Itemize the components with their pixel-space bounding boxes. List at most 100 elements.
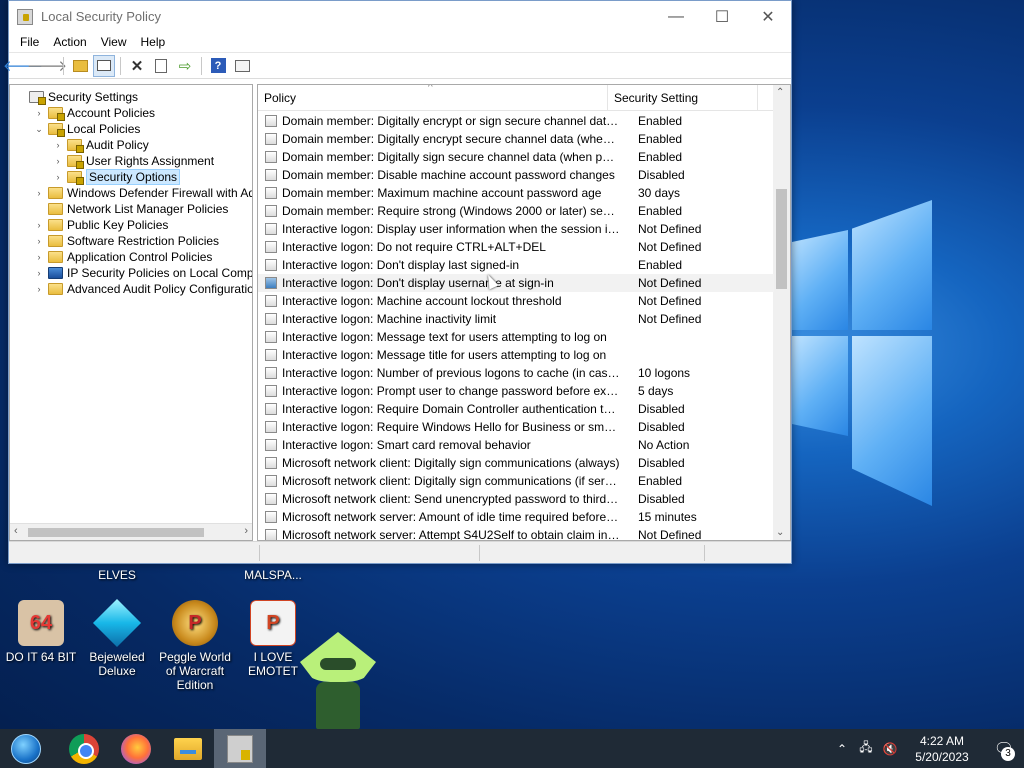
help-icon[interactable]: ? xyxy=(207,55,229,77)
policy-setting-icon xyxy=(265,169,277,181)
tree-item[interactable]: › IP Security Policies on Local Computer xyxy=(33,265,253,281)
action-center-button[interactable]: 🗨 3 xyxy=(984,729,1024,768)
tree-item[interactable]: › Account Policies xyxy=(33,105,155,121)
policy-name: Domain member: Digitally sign secure cha… xyxy=(282,150,620,164)
tree-item[interactable]: Security Settings xyxy=(14,89,138,105)
chevron-right-icon[interactable]: › xyxy=(33,236,45,246)
table-row[interactable]: Interactive logon: Machine inactivity li… xyxy=(258,310,774,328)
table-row[interactable]: Interactive logon: Require Domain Contro… xyxy=(258,400,774,418)
close-button[interactable]: ✕ xyxy=(745,1,791,32)
tree-item[interactable]: › User Rights Assignment xyxy=(52,153,214,169)
tree-item[interactable]: › Advanced Audit Policy Configuration xyxy=(33,281,253,297)
up-folder-icon[interactable] xyxy=(69,55,91,77)
tree-item[interactable]: › Software Restriction Policies xyxy=(33,233,220,249)
table-row[interactable]: Interactive logon: Machine account locko… xyxy=(258,292,774,310)
table-row[interactable]: Microsoft network server: Amount of idle… xyxy=(258,508,774,526)
table-row[interactable]: Interactive logon: Don't display last si… xyxy=(258,256,774,274)
tree-item[interactable]: › Public Key Policies xyxy=(33,217,169,233)
tree-item[interactable]: Network List Manager Policies xyxy=(33,201,228,217)
scroll-right-icon[interactable]: › xyxy=(244,525,248,537)
desktop-icon-do-it-64-bit[interactable]: 64 DO IT 64 BIT xyxy=(0,600,82,664)
column-header-policy[interactable]: ^ Policy xyxy=(258,85,608,111)
start-button[interactable] xyxy=(0,729,52,768)
desktop-label-malspa[interactable]: MALSPA... xyxy=(232,568,314,582)
table-row[interactable]: Microsoft network client: Digitally sign… xyxy=(258,454,774,472)
show-hide-tree-icon[interactable] xyxy=(93,54,115,77)
minimize-button[interactable]: — xyxy=(653,1,699,32)
taskbar: ⌃ 🖧 🔇 4:22 AM 5/20/2023 🗨 3 xyxy=(0,729,1024,768)
policy-setting-icon xyxy=(265,277,277,289)
table-row[interactable]: Interactive logon: Prompt user to change… xyxy=(258,382,774,400)
desktop-icon-label: I LOVE EMOTET xyxy=(248,650,298,678)
scroll-down-icon[interactable]: ⌄ xyxy=(776,527,784,538)
table-row[interactable]: Domain member: Maximum machine account p… xyxy=(258,184,774,202)
table-row[interactable]: Interactive logon: Don't display usernam… xyxy=(258,274,774,292)
show-action-pane-icon[interactable] xyxy=(231,55,253,77)
properties-icon[interactable] xyxy=(150,55,172,77)
chevron-down-icon[interactable]: ⌄ xyxy=(33,124,45,135)
scroll-up-icon[interactable]: ⌃ xyxy=(776,87,784,98)
policy-name: Domain member: Disable machine account p… xyxy=(282,168,615,182)
taskbar-chrome[interactable] xyxy=(58,729,110,768)
table-row[interactable]: Interactive logon: Do not require CTRL+A… xyxy=(258,238,774,256)
delete-icon[interactable]: ✕ xyxy=(126,55,148,77)
clock[interactable]: 4:22 AM 5/20/2023 xyxy=(910,733,974,765)
scroll-left-icon[interactable]: ‹ xyxy=(14,525,18,537)
table-row[interactable]: Interactive logon: Message text for user… xyxy=(258,328,774,346)
tree-item[interactable]: › Windows Defender Firewall with Advanced xyxy=(33,185,253,201)
chevron-right-icon[interactable]: › xyxy=(33,188,45,198)
table-row[interactable]: Microsoft network client: Digitally sign… xyxy=(258,472,774,490)
chevron-right-icon[interactable]: › xyxy=(33,108,45,118)
tree-item[interactable]: › Application Control Policies xyxy=(33,249,213,265)
chevron-right-icon[interactable]: › xyxy=(33,220,45,230)
taskbar-firefox[interactable] xyxy=(110,729,162,768)
table-row[interactable]: Domain member: Digitally encrypt or sign… xyxy=(258,112,774,130)
table-row[interactable]: Domain member: Digitally encrypt secure … xyxy=(258,130,774,148)
chevron-right-icon[interactable]: › xyxy=(33,284,45,294)
maximize-button[interactable]: ☐ xyxy=(699,1,745,32)
table-row[interactable]: Interactive logon: Message title for use… xyxy=(258,346,774,364)
list-vertical-scrollbar[interactable]: ⌃ ⌄ xyxy=(773,85,790,540)
desktop-label-elves[interactable]: ELVES xyxy=(76,568,158,582)
scrollbar-thumb[interactable] xyxy=(28,528,204,537)
table-row[interactable]: Microsoft network server: Attempt S4U2Se… xyxy=(258,526,774,540)
forward-arrow-icon[interactable]: 🡒 xyxy=(27,55,67,77)
tree-item[interactable]: › Security Options xyxy=(52,169,181,185)
scrollbar-thumb[interactable] xyxy=(776,189,787,289)
tree-item[interactable]: ⌄ Local Policies xyxy=(33,121,140,137)
title-bar[interactable]: Local Security Policy — ☐ ✕ xyxy=(9,1,791,32)
taskbar-local-security-policy[interactable] xyxy=(214,729,266,768)
menu-file[interactable]: File xyxy=(13,35,46,49)
chevron-right-icon[interactable]: › xyxy=(33,268,45,278)
tree-item[interactable]: › Audit Policy xyxy=(52,137,149,153)
table-row[interactable]: Interactive logon: Display user informat… xyxy=(258,220,774,238)
table-row[interactable]: Interactive logon: Number of previous lo… xyxy=(258,364,774,382)
menu-help[interactable]: Help xyxy=(134,35,173,49)
taskbar-file-explorer[interactable] xyxy=(162,729,214,768)
policy-name: Microsoft network server: Amount of idle… xyxy=(282,510,620,524)
chevron-up-icon[interactable]: ⌃ xyxy=(832,742,852,756)
policy-list[interactable]: ^ Policy Security Setting ⌃ ⌄ Domain mem… xyxy=(257,84,791,541)
table-row[interactable]: Domain member: Disable machine account p… xyxy=(258,166,774,184)
table-row[interactable]: Domain member: Digitally sign secure cha… xyxy=(258,148,774,166)
chevron-right-icon[interactable]: › xyxy=(52,156,64,166)
policy-setting-icon xyxy=(265,511,277,523)
chevron-right-icon[interactable]: › xyxy=(52,140,64,150)
security-setting-value: Not Defined xyxy=(638,312,702,326)
network-icon[interactable]: 🖧 xyxy=(856,738,876,759)
chevron-right-icon[interactable]: › xyxy=(33,252,45,262)
tree-horizontal-scrollbar[interactable]: ‹ › xyxy=(10,523,252,540)
navigation-tree[interactable]: › Advanced Audit Policy Configuration › IP … xyxy=(9,84,253,541)
chevron-right-icon[interactable]: › xyxy=(52,172,64,182)
column-header-security-setting[interactable]: Security Setting xyxy=(608,85,758,111)
export-list-icon[interactable]: ⇨ xyxy=(174,55,196,77)
menu-action[interactable]: Action xyxy=(46,35,93,49)
table-row[interactable]: Interactive logon: Require Windows Hello… xyxy=(258,418,774,436)
menu-view[interactable]: View xyxy=(94,35,134,49)
desktop-icon-bejeweled[interactable]: Bejeweled Deluxe xyxy=(76,598,158,678)
table-row[interactable]: Domain member: Require strong (Windows 2… xyxy=(258,202,774,220)
table-row[interactable]: Interactive logon: Smart card removal be… xyxy=(258,436,774,454)
table-row[interactable]: Microsoft network client: Send unencrypt… xyxy=(258,490,774,508)
desktop-icon-peggle[interactable]: P Peggle World of Warcraft Edition xyxy=(154,600,236,692)
speaker-muted-icon[interactable]: 🔇 xyxy=(880,742,900,756)
